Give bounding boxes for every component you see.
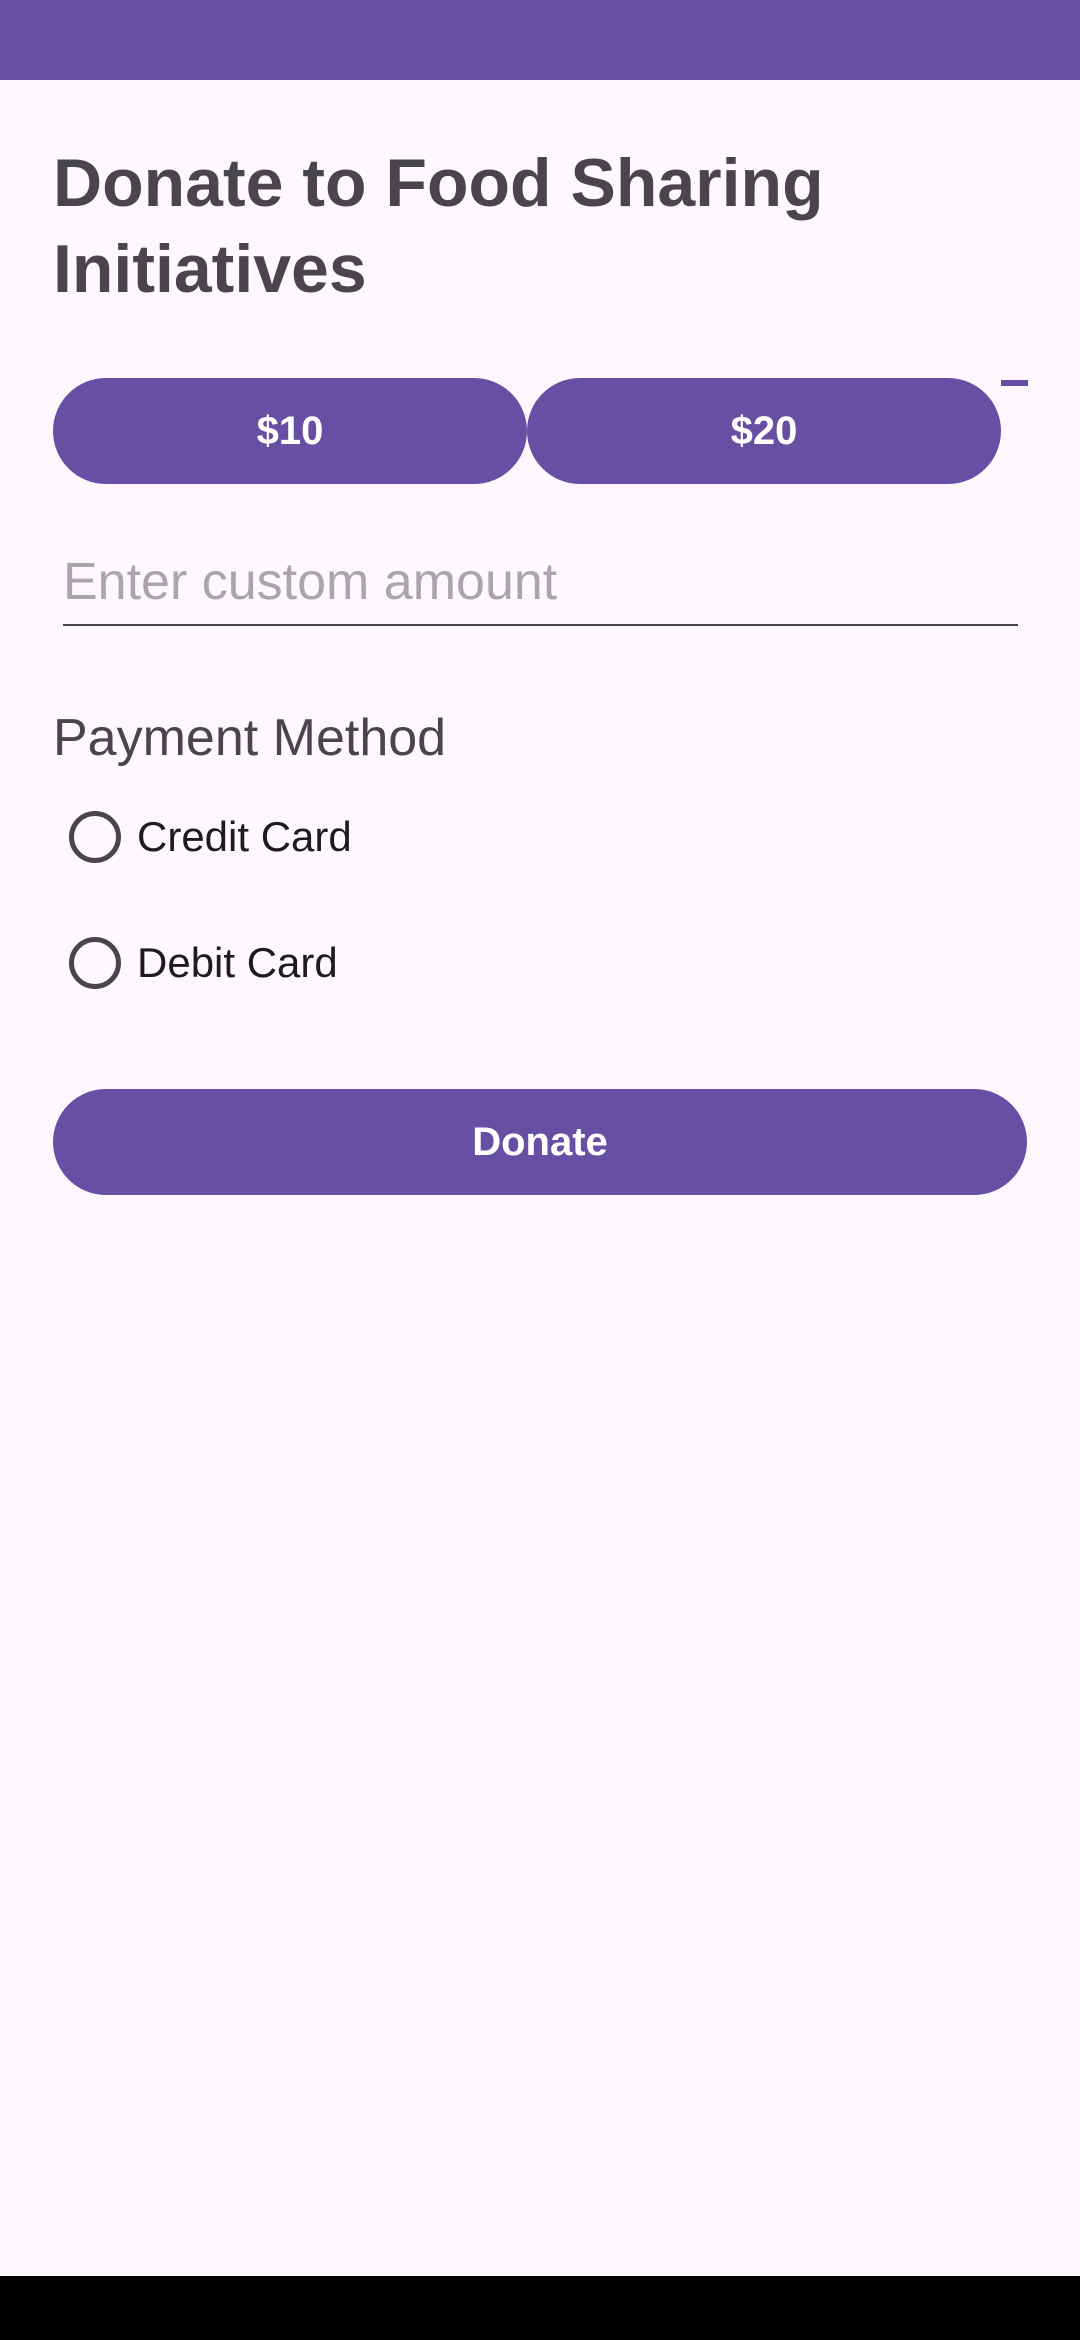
payment-option-credit-card[interactable]: Credit Card <box>53 782 953 892</box>
radio-unchecked-icon[interactable] <box>69 811 121 863</box>
payment-method-title: Payment Method <box>53 709 447 767</box>
status-bar <box>0 0 1080 80</box>
amount-10-button[interactable]: $10 <box>53 378 527 484</box>
custom-amount-input[interactable] <box>63 540 1018 626</box>
payment-option-label: Debit Card <box>137 939 338 986</box>
amount-options: $10 $20 <box>53 378 1053 484</box>
navigation-bar <box>0 2276 1080 2340</box>
page-title: Donate to Food Sharing Initiatives <box>53 145 824 307</box>
donate-button[interactable]: Donate <box>53 1089 1027 1195</box>
donation-screen: Donate to Food Sharing Initiatives $10 $… <box>0 0 1080 2340</box>
payment-option-label: Credit Card <box>137 813 352 860</box>
radio-unchecked-icon[interactable] <box>69 937 121 989</box>
payment-option-debit-card[interactable]: Debit Card <box>53 908 953 1018</box>
amount-20-button[interactable]: $20 <box>527 378 1001 484</box>
amount-overflow-indicator <box>1001 380 1028 386</box>
